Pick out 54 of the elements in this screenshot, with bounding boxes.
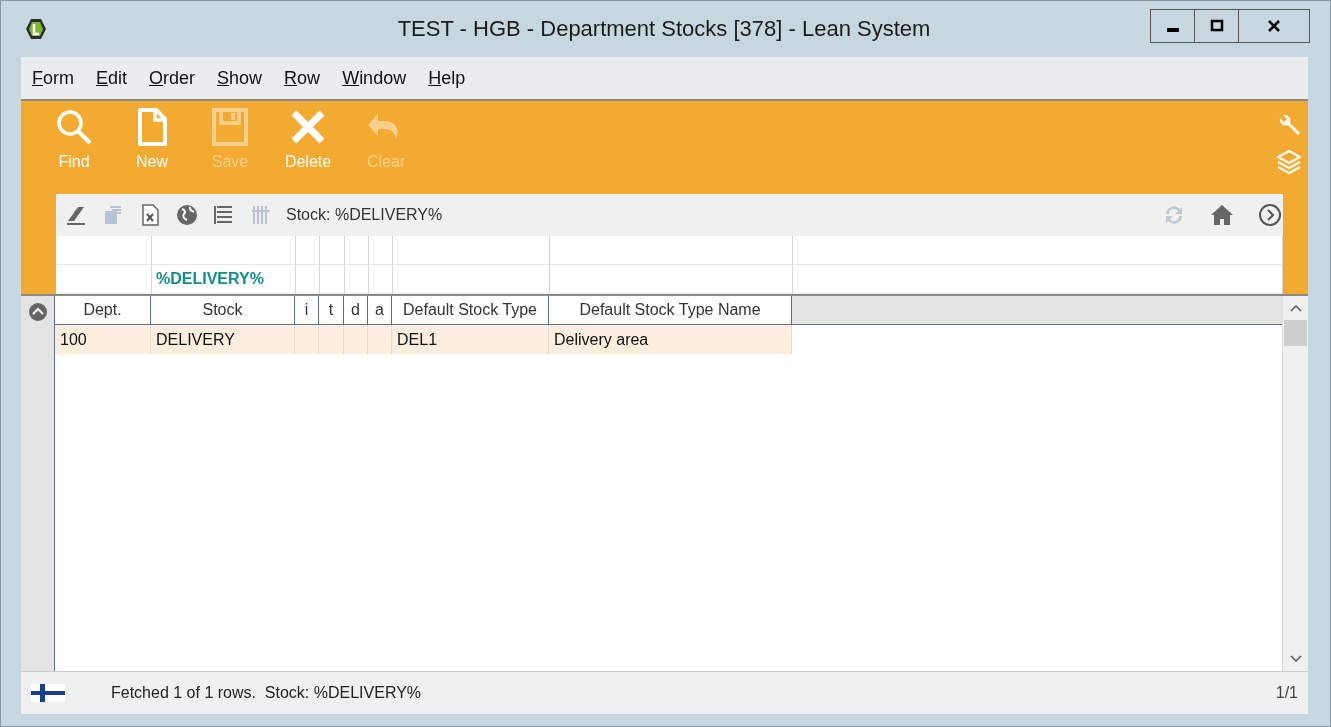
scroll-down-icon[interactable] [1289,655,1302,663]
filter-field[interactable] [345,265,369,294]
maximize-icon [1209,19,1224,33]
menu-item[interactable]: Row [284,67,321,89]
filter-summary: Stock: %DELIVERY% [286,206,443,224]
filter-field[interactable] [320,236,345,265]
minimize-button[interactable] [1150,9,1195,43]
status-message: Fetched 1 of 1 rows. Stock: %DELIVERY% [111,684,422,702]
close-button[interactable] [1238,9,1310,43]
minimize-icon [1166,28,1179,32]
filter-field[interactable] [550,236,793,265]
scroll-thumb[interactable] [1284,320,1307,346]
layers-icon[interactable] [1276,149,1302,175]
page-counter: 1/1 [1275,684,1298,702]
next-icon[interactable] [1257,202,1283,228]
filter-field[interactable] [793,265,1283,294]
filter-field[interactable] [369,236,393,265]
filter-field[interactable] [152,236,296,265]
table-cell: DEL1 [392,325,549,354]
filter-field[interactable] [56,265,152,294]
filter-field[interactable] [296,265,320,294]
app-logo-icon [25,18,47,40]
columns-glyph-icon [249,203,273,227]
table-cell: DELIVERY [151,325,295,354]
menu-item[interactable]: Window [342,67,407,89]
menu-item[interactable]: Form [32,67,74,89]
globe-glyph-icon [175,203,199,227]
window-title: TEST - HGB - Department Stocks [378] - Lean System [396,16,932,42]
filter-field[interactable] [369,265,393,294]
table-cell: Delivery area [549,325,792,354]
filter-field[interactable] [793,236,1283,265]
scroll-up-icon[interactable] [1289,304,1302,312]
table-cell: 100 [55,325,151,354]
filter-field[interactable] [345,236,369,265]
filter-field[interactable] [56,236,152,265]
home-glyph-icon [1209,202,1235,228]
globe-icon[interactable] [175,203,199,227]
filter-field[interactable]: %DELIVERY% [152,265,296,294]
menu-item[interactable]: Show [217,67,263,89]
close-icon [1267,19,1281,33]
menu-item[interactable]: Order [149,67,196,89]
collapse-icon[interactable] [27,302,48,322]
filter-field[interactable] [393,236,550,265]
home-icon[interactable] [1209,202,1235,228]
menu-item[interactable]: Help [428,67,466,89]
filter-field[interactable] [550,265,793,294]
filter-field[interactable] [296,236,320,265]
finland-flag-icon [31,684,65,702]
filter-field[interactable] [393,265,550,294]
search-icon [54,107,94,147]
next-glyph-icon [1257,202,1283,228]
filter-field[interactable] [320,265,345,294]
maximize-button[interactable] [1194,9,1239,43]
menu-item[interactable]: Edit [96,67,128,89]
